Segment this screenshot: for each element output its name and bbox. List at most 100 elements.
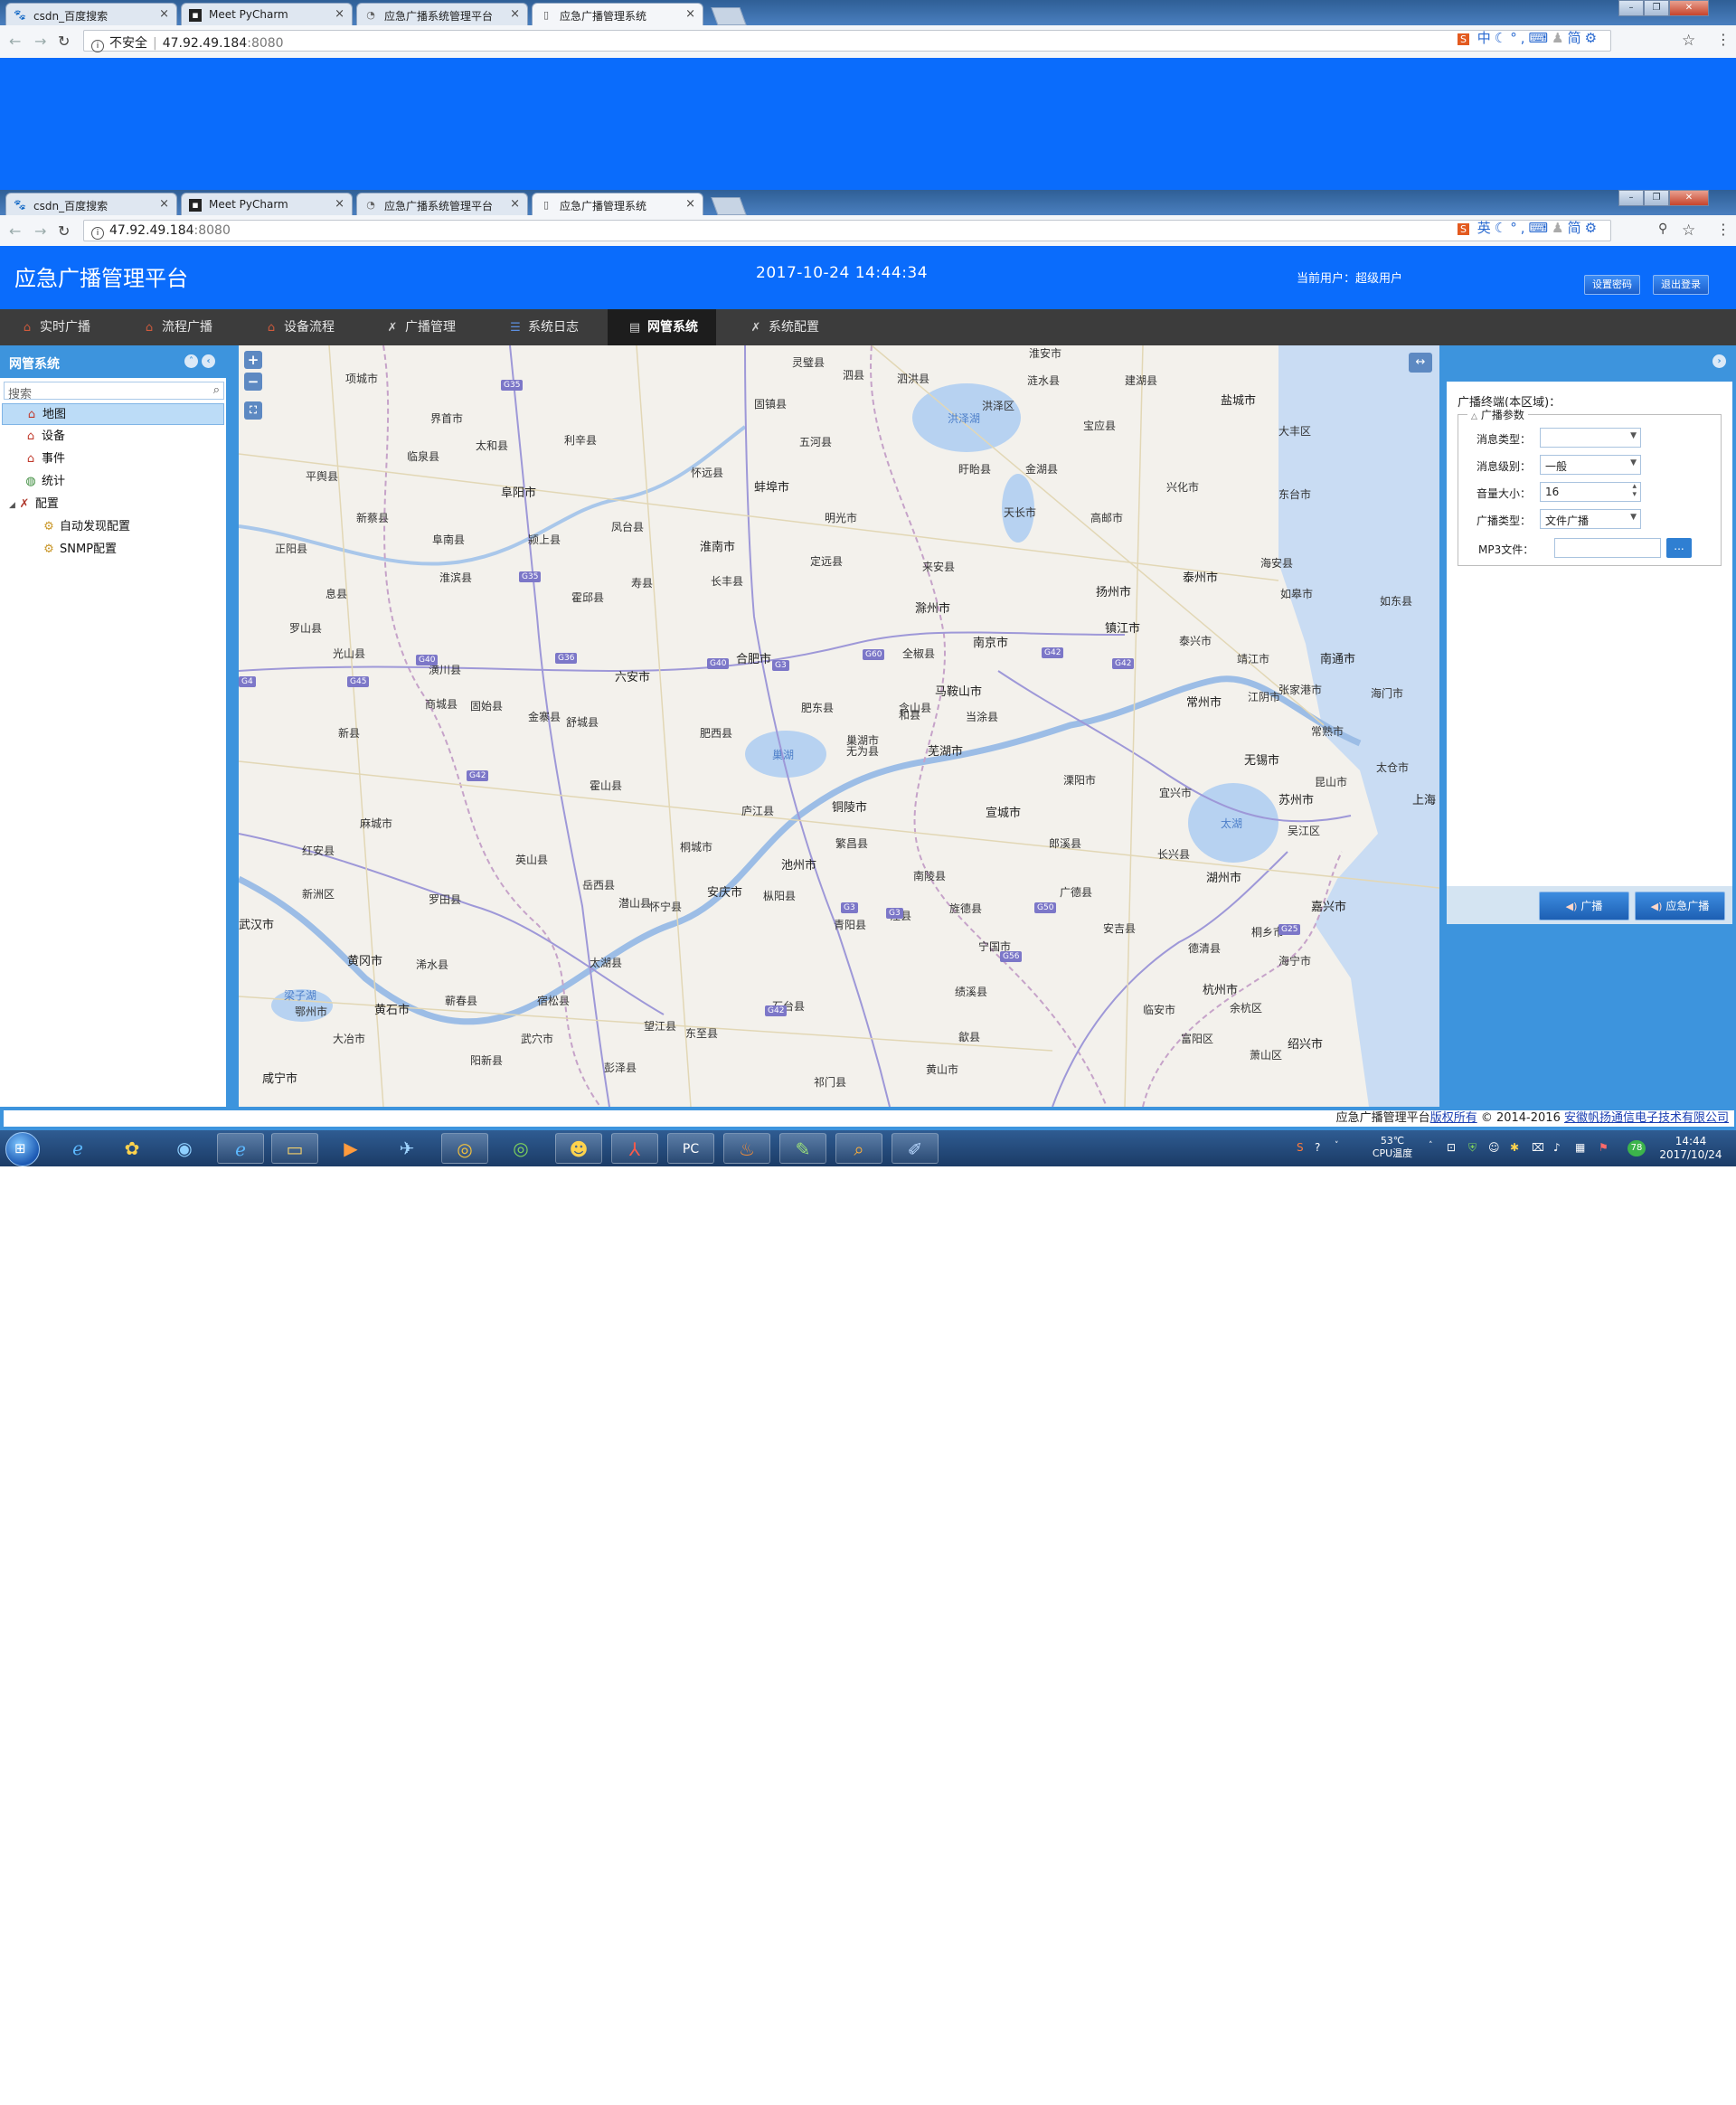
java-icon[interactable]: ♨ [723,1133,770,1164]
close-icon[interactable]: × [159,197,169,211]
security-score-badge[interactable]: 78 [1628,1140,1646,1156]
back-icon[interactable]: ← [9,222,21,240]
search-app-icon[interactable]: ⌕ [835,1133,882,1164]
mp3-file-input[interactable] [1554,538,1661,558]
map-view[interactable]: + − ⛶ ↔ 阜阳市 蚌埠市 淮南市 滁州市 合肥市 六安市 南京市 马鞍山市… [233,345,1439,1107]
collapse-right-icon[interactable]: › [1712,354,1726,368]
menu-kebab-icon[interactable]: ⋮ [1716,221,1731,238]
broadcast-type-select[interactable]: 文件广播 ▼ [1540,509,1641,529]
folder-icon[interactable]: ▭ [271,1133,318,1164]
paint-icon[interactable]: ✐ [892,1133,939,1164]
menu-flow-broadcast[interactable]: ⌂ 流程广播 [122,309,231,345]
fullscreen-icon[interactable]: ⛶ [244,401,262,420]
forward-icon[interactable]: → [34,222,46,240]
browser-tab[interactable]: ▪ Meet PyCharm × [181,3,353,25]
menu-network-management[interactable]: ▤ 网管系统 [608,309,716,345]
expand-map-icon[interactable]: ↔ [1409,353,1432,373]
tree-item-statistics[interactable]: ◍ 统计 [24,471,65,493]
close-icon[interactable]: × [685,197,695,211]
sogou-tray-icon[interactable]: S [1297,1141,1304,1154]
close-icon[interactable]: × [685,7,695,21]
pycharm-taskbar-icon[interactable]: PC [667,1133,714,1164]
notepad-icon[interactable]: ✎ [779,1133,826,1164]
browser-tab[interactable]: ◔ 应急广播系统管理平台 × [356,193,528,215]
info-icon[interactable]: i [91,227,104,240]
collapse-left-icon[interactable]: ‹ [202,354,215,368]
minimize-icon[interactable]: – [1618,0,1644,16]
chrome-icon[interactable]: ◎ [441,1133,488,1164]
expand-toggle-icon[interactable]: ◢ [9,501,15,510]
start-button[interactable]: ⊞ [5,1132,40,1166]
tree-item-config[interactable]: ◢ ✗ 配置 [9,494,59,515]
info-icon[interactable]: i [91,40,104,52]
shield-icon[interactable]: ⛨ [1468,1141,1477,1155]
ie-pinned-icon[interactable]: ℯ [217,1133,264,1164]
bird-icon[interactable]: ✈ [383,1133,430,1164]
tray-chevron-icon[interactable]: ˅ [1335,1141,1339,1150]
browser-tab[interactable]: ▪ Meet PyCharm × [181,193,353,215]
tree-item-map[interactable]: ⌂ 地图 [2,403,224,425]
flag-icon[interactable]: ⚑ [1599,1141,1609,1154]
ime-toolbar[interactable]: S 中☾°,⌨♟简⚙ [1458,28,1600,47]
chrome-alt-icon[interactable]: ◎ [497,1133,544,1164]
close-window-icon[interactable]: ✕ [1669,190,1709,206]
close-icon[interactable]: × [159,7,169,21]
menu-broadcast-management[interactable]: ✗ 广播管理 [365,309,474,345]
bookmark-star-icon[interactable]: ☆ [1682,222,1695,240]
menu-kebab-icon[interactable]: ⋮ [1716,31,1731,48]
zoom-out-button[interactable]: − [244,373,262,391]
help-tray-icon[interactable]: ? [1315,1141,1320,1154]
broadcast-button[interactable]: ◀) 广播 [1539,892,1629,920]
restore-icon[interactable]: ❐ [1644,190,1669,206]
browser-taskbar-icon[interactable]: ◉ [161,1133,208,1164]
close-window-icon[interactable]: ✕ [1669,0,1709,16]
volume-stepper[interactable]: 16 ▴ ▾ [1540,482,1641,502]
search-icon[interactable]: ⌕ [213,383,220,397]
app-taskbar-icon[interactable]: ✿ [108,1133,156,1164]
browser-tab[interactable]: ◔ 应急广播系统管理平台 × [356,3,528,25]
menu-device-flow[interactable]: ⌂ 设备流程 [244,309,353,345]
emergency-broadcast-button[interactable]: ◀) 应急广播 [1635,892,1725,920]
volume-icon[interactable]: ♪ [1553,1141,1561,1154]
tree-search-input[interactable]: 搜索 ⌕ [4,382,224,401]
restore-icon[interactable]: ❐ [1644,0,1669,16]
message-type-select[interactable]: ▼ [1540,428,1641,448]
media-player-icon[interactable]: ▶ [327,1133,374,1164]
browse-file-button[interactable]: ... [1666,538,1692,558]
tree-item-snmp[interactable]: ⚙ SNMP配置 [42,539,117,561]
close-icon[interactable]: × [335,197,344,211]
zoom-in-button[interactable]: + [244,351,262,369]
menu-realtime-broadcast[interactable]: ⌂ 实时广播 [0,309,108,345]
ime-toolbar[interactable]: S 英☾°,⌨♟简⚙ [1458,218,1600,237]
pdf-icon[interactable]: ⅄ [611,1133,658,1164]
tree-item-event[interactable]: ⌂ 事件 [24,448,65,470]
menu-system-config[interactable]: ✗ 系统配置 [729,309,837,345]
new-tab-button[interactable] [711,7,747,25]
browser-tab-active[interactable]: ▯ 应急广播管理系统 × [532,3,703,25]
company-link[interactable]: 安徽帆扬通信电子技术有限公司 [1564,1111,1729,1125]
contacts-icon[interactable]: ☻ [555,1133,602,1164]
bookmark-star-icon[interactable]: ☆ [1682,32,1695,50]
gamepad-icon[interactable]: ⊡ [1447,1141,1456,1154]
show-hidden-icons[interactable]: ˄ [1429,1141,1433,1150]
message-level-select[interactable]: 一般 ▼ [1540,455,1641,475]
browser-tab-active[interactable]: ▯ 应急广播管理系统 × [532,193,703,215]
new-tab-button[interactable] [711,197,747,215]
minimize-icon[interactable]: – [1618,190,1644,206]
menu-system-log[interactable]: ☰ 系统日志 [488,309,597,345]
system-clock[interactable]: 14:44 2017/10/24 [1655,1135,1727,1162]
network-tray-icon[interactable]: ▦ [1575,1141,1585,1154]
tree-item-auto-discovery[interactable]: ⚙ 自动发现配置 [42,516,130,538]
close-icon[interactable]: × [510,197,520,211]
logout-button[interactable]: 退出登录 [1653,275,1709,295]
stepper-icon[interactable]: ▴ ▾ [1632,483,1637,499]
set-password-button[interactable]: 设置密码 [1584,275,1640,295]
reload-icon[interactable]: ↻ [58,222,70,240]
extension-icon[interactable]: ⚲ [1658,222,1667,236]
wechat-icon[interactable]: ✱ [1510,1141,1519,1154]
browser-tab[interactable]: 🐾 csdn_百度搜索 × [5,193,177,215]
rights-link[interactable]: 版权所有 [1430,1111,1477,1125]
address-bar[interactable]: i 不安全 | 47.92.49.184:8080 [83,30,1611,52]
address-bar[interactable]: i 47.92.49.184:8080 [83,220,1611,241]
browser-tab[interactable]: 🐾 csdn_百度搜索 × [5,3,177,25]
